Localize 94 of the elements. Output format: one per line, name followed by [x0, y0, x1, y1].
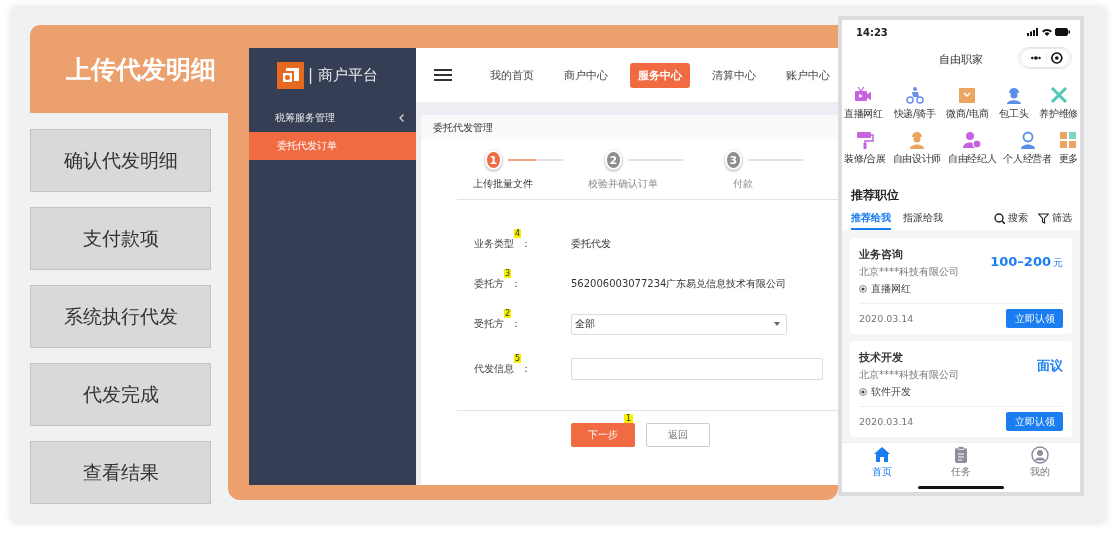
nav-tab[interactable]: 我的首页	[482, 62, 542, 88]
nav-tab[interactable]: 账户中心	[778, 62, 838, 88]
field-label: 代发信息	[474, 362, 514, 376]
step-circle: 3	[724, 150, 742, 170]
person-icon[interactable]	[907, 131, 926, 149]
grid-icon[interactable]	[1059, 131, 1078, 149]
caret-icon	[774, 322, 780, 326]
category-label[interactable]: 快递/骑手	[893, 107, 936, 121]
paint-roller-icon[interactable]	[855, 131, 874, 149]
number-badge: 2	[504, 309, 512, 318]
search-link[interactable]: 搜索	[1008, 211, 1028, 225]
number-badge: 5	[514, 354, 522, 363]
company-name: 北京****科技有限公司	[859, 265, 959, 279]
app-title: 自由职家	[939, 51, 983, 67]
signal-icon	[1027, 28, 1039, 36]
sidebar-group[interactable]: 税筹服务管理	[249, 104, 416, 132]
step-button[interactable]: 查看结果	[30, 441, 211, 504]
job-pay: 100–200	[990, 254, 1051, 269]
claim-button[interactable]: 立即认领	[1006, 412, 1063, 431]
category-label[interactable]: 养护维修	[1039, 107, 1078, 121]
job-tag: 软件开发	[871, 385, 911, 399]
avatar-icon[interactable]	[1031, 446, 1050, 464]
field-label: 受托方	[474, 317, 504, 331]
category-label[interactable]: 直播网红	[844, 107, 883, 121]
category-label[interactable]: 自由设计师	[892, 152, 942, 166]
job-date: 2020.03.14	[859, 313, 914, 324]
job-pay: 面议	[1037, 357, 1063, 375]
field-label: 委托方	[474, 277, 504, 291]
tab-bar-item[interactable]: 首页	[871, 465, 892, 479]
colon-label: ：	[521, 362, 532, 376]
field-value: 562006003077234广东易兑信息技术有限公司	[571, 277, 787, 291]
step-label: 校验并确认订单	[588, 177, 658, 191]
dropdown-field[interactable]: 全部	[571, 313, 787, 335]
scooter-icon[interactable]	[905, 86, 924, 104]
tab-bar-item[interactable]: 我的	[1030, 465, 1051, 479]
category-label[interactable]: 微商/电商	[946, 107, 989, 121]
category-label[interactable]: 个人经营者	[1003, 152, 1052, 166]
back-button[interactable]: 返回	[646, 423, 710, 447]
chevron-icon[interactable]	[399, 114, 404, 122]
step-button[interactable]: 确认代发明细	[30, 129, 211, 192]
logo-icon	[277, 61, 304, 89]
tab[interactable]: 指派给我	[903, 206, 943, 230]
company-name: 北京****科技有限公司	[859, 368, 959, 382]
job-tag: 直播网红	[871, 282, 911, 296]
field-label: 业务类型	[474, 237, 514, 251]
job-title: 业务咨询	[859, 248, 904, 262]
claim-button[interactable]: 立即认领	[1006, 309, 1063, 328]
home-icon[interactable]	[872, 446, 891, 464]
battery-icon	[1055, 28, 1070, 36]
number-badge: 4	[514, 229, 522, 238]
tab-bar-item[interactable]: 任务	[951, 465, 971, 479]
category-label[interactable]: 自由经纪人	[947, 152, 997, 166]
radio-icon	[859, 285, 867, 293]
step-button[interactable]: 系统执行代发	[30, 285, 211, 348]
step-button[interactable]: 支付款项	[30, 207, 211, 270]
step-label: 上传批量文件	[473, 177, 533, 191]
person-badge-icon[interactable]	[963, 131, 982, 149]
job-date: 2020.03.14	[859, 416, 914, 427]
input-field[interactable]	[571, 358, 823, 380]
bag-icon[interactable]	[958, 86, 977, 104]
radio-icon	[859, 388, 867, 396]
nav-tab[interactable]: 商户中心	[556, 62, 616, 88]
person-icon[interactable]	[1018, 131, 1037, 149]
worker-icon[interactable]	[1004, 86, 1023, 104]
menu-icon[interactable]	[434, 68, 452, 82]
clipboard-icon[interactable]	[952, 446, 970, 464]
colon-label: ：	[521, 237, 532, 251]
filter-link[interactable]: 筛选	[1052, 211, 1072, 225]
number-badge: 3	[504, 269, 512, 278]
capsule-menu-icon[interactable]	[1018, 47, 1072, 69]
step-circle: 1	[484, 150, 502, 170]
wifi-icon	[1042, 28, 1052, 36]
search-icon[interactable]	[994, 212, 1005, 224]
step-label: 付款	[733, 177, 753, 191]
nav-tab[interactable]: 清算中心	[704, 62, 764, 88]
pay-unit: 元	[1053, 256, 1063, 270]
platform-title: | 商户平台	[308, 65, 378, 85]
page-title: 委托代发管理	[421, 115, 838, 140]
job-title: 技术开发	[859, 351, 904, 365]
group-label: 税筹服务管理	[275, 111, 335, 125]
field-value: 委托代发	[571, 237, 611, 251]
dropdown-value: 全部	[575, 317, 595, 331]
number-badge: 1	[623, 414, 633, 423]
step-button[interactable]: 代发完成	[30, 363, 211, 426]
category-label[interactable]: 更多	[1058, 152, 1078, 166]
category-label[interactable]: 装修/合展	[844, 152, 886, 166]
status-time: 14:23	[856, 26, 888, 38]
video-icon[interactable]	[854, 86, 873, 104]
colon-label: ：	[511, 277, 522, 291]
step-circle: 2	[604, 150, 622, 170]
section-title: 推荐职位	[850, 186, 900, 204]
colon-label: ：	[511, 317, 522, 331]
category-label[interactable]: 包工头	[999, 107, 1029, 121]
filter-icon[interactable]	[1038, 212, 1049, 224]
